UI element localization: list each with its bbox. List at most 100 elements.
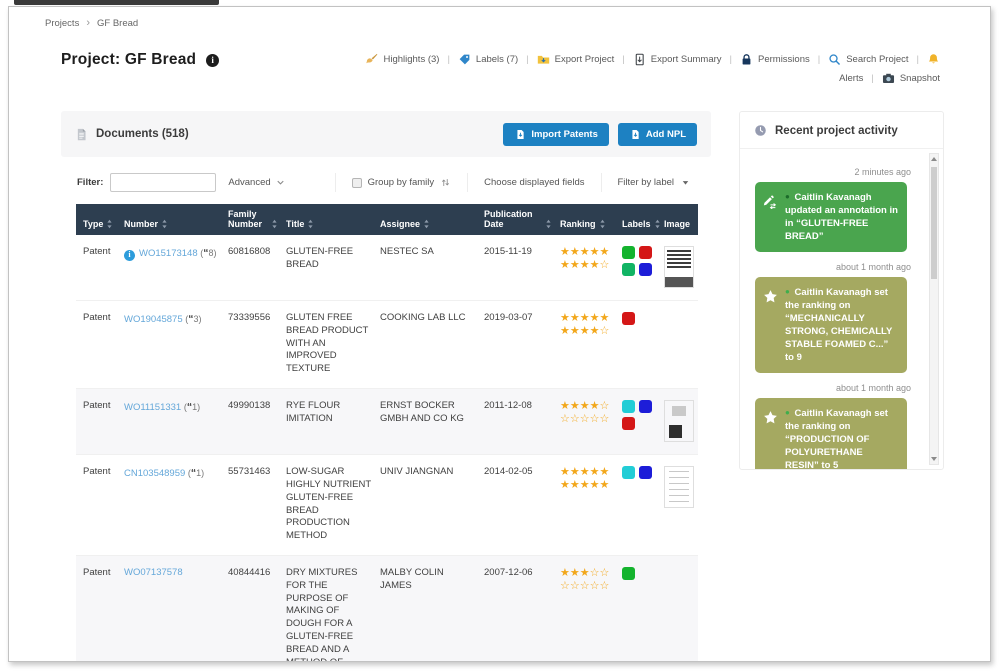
activity-text: ● Caitlin Kavanagh set the ranking on “P… (785, 406, 899, 469)
sort-icon[interactable] (161, 219, 168, 229)
toolbar-row-2: Alerts|Snapshot (365, 72, 940, 85)
activity-card[interactable]: ● Caitlin Kavanagh set the ranking on “M… (755, 277, 907, 373)
star-row: ★★★★★ (560, 479, 614, 492)
column-header-image[interactable]: Image (660, 204, 698, 235)
column-header-family-number[interactable]: Family Number (224, 204, 282, 235)
toolbar-row-1: Highlights (3) | Labels (7) | Export Project… (365, 53, 940, 66)
cell-number: CN103548959 (“1) (120, 455, 224, 556)
toolbar-item-highlights[interactable]: Highlights (3) (365, 53, 439, 66)
toolbar-item-label: Permissions (758, 54, 810, 65)
sort-icon[interactable] (654, 219, 661, 229)
document-number-link[interactable]: CN103548959 (124, 468, 185, 479)
label-chip (622, 263, 635, 276)
scrollbar-up-arrow[interactable] (930, 154, 938, 164)
import-icon (514, 129, 525, 140)
bell-icon (927, 53, 940, 66)
cell-family-number: 49990138 (224, 389, 282, 455)
activity-scrollbar[interactable] (929, 153, 939, 465)
filter-by-label-dropdown[interactable]: Filter by label (601, 173, 708, 192)
activity-card[interactable]: ● Caitlin Kavanagh updated an annotation… (755, 182, 907, 252)
scrollbar-thumb[interactable] (931, 167, 937, 279)
filter-input[interactable] (110, 173, 216, 192)
activity-timestamp: about 1 month ago (740, 262, 911, 272)
cell-image (660, 389, 698, 455)
star-row: ☆☆☆☆☆ (560, 580, 614, 593)
toolbar-item-export-project[interactable]: Export Project (537, 53, 615, 66)
sort-icon[interactable] (599, 219, 606, 229)
scrollbar-down-arrow[interactable] (930, 454, 938, 464)
cell-family-number: 40844416 (224, 555, 282, 662)
toolbar-item-snapshot[interactable]: Snapshot (882, 72, 940, 85)
document-icon (75, 128, 88, 141)
sort-icon[interactable] (307, 219, 314, 229)
column-header-assignee[interactable]: Assignee (376, 204, 480, 235)
toolbar-separator: | (917, 54, 919, 65)
label-chip (639, 246, 652, 259)
document-thumbnail[interactable] (664, 400, 694, 442)
label-chip (639, 400, 652, 413)
breadcrumb-current[interactable]: GF Bread (97, 18, 138, 29)
sort-icon[interactable] (271, 219, 278, 229)
toolbar-separator: | (818, 54, 820, 65)
cell-labels (618, 555, 660, 662)
column-header-number[interactable]: Number (120, 204, 224, 235)
citation-count: (“1) (188, 468, 204, 478)
document-number-link[interactable]: WO15173148 (139, 248, 198, 259)
cell-publication-date: 2007-12-06 (480, 555, 556, 662)
advanced-toggle[interactable]: Advanced (228, 177, 285, 188)
column-header-ranking[interactable]: Ranking (556, 204, 618, 235)
sort-icon[interactable] (106, 219, 113, 229)
toolbar-item-export-summary[interactable]: Export Summary (633, 53, 722, 66)
document-thumbnail[interactable] (664, 246, 694, 288)
toolbar-item-permissions[interactable]: Permissions (740, 53, 810, 66)
cell-title: LOW-SUGAR HIGHLY NUTRIENT GLUTEN-FREE BR… (282, 455, 376, 556)
column-header-labels[interactable]: Labels (618, 204, 660, 235)
documents-table: TypeNumberFamily NumberTitleAssigneePubl… (76, 204, 698, 662)
caret-down-icon (680, 177, 691, 188)
cell-assignee: UNIV JIANGNAN (376, 455, 480, 556)
column-header-publication-date[interactable]: Publication Date (480, 204, 556, 235)
cell-labels (618, 301, 660, 389)
column-header-type[interactable]: Type (76, 204, 120, 235)
column-header-title[interactable]: Title (282, 204, 376, 235)
document-number-link[interactable]: WO11151331 (124, 402, 181, 413)
activity-text: ● Caitlin Kavanagh set the ranking on “M… (785, 285, 899, 364)
info-icon[interactable]: i (124, 250, 135, 261)
toolbar-item-alerts[interactable]: Alerts (839, 73, 863, 84)
sort-icon[interactable] (545, 219, 552, 229)
sort-updown-icon (440, 177, 451, 188)
breadcrumb-projects[interactable]: Projects (45, 18, 79, 29)
import-patents-button[interactable]: Import Patents (503, 123, 609, 146)
label-chip (639, 466, 652, 479)
lock-icon (740, 53, 753, 66)
documents-panel: Documents (518) Import Patents Add NPL F… (61, 111, 711, 662)
page-header: Project: GF Bread i Highlights (3)|Label… (9, 29, 990, 85)
document-thumbnail[interactable] (664, 466, 694, 508)
group-by-family-checkbox[interactable] (352, 178, 362, 188)
activity-timestamp: 2 minutes ago (740, 167, 911, 177)
document-number-link[interactable]: WO07137578 (124, 567, 183, 578)
document-number-link[interactable]: WO19045875 (124, 314, 183, 325)
toolbar-item-label: Labels (7) (476, 54, 518, 65)
toolbar-item-search-project[interactable]: Search Project (828, 53, 908, 66)
user-status-dot: ● (785, 408, 790, 417)
cell-ranking: ★★★★★★★★★★ (556, 455, 618, 556)
group-by-family-toggle[interactable]: Group by family (335, 173, 468, 192)
project-info-icon[interactable]: i (206, 54, 219, 67)
sort-icon[interactable] (423, 219, 430, 229)
add-npl-button[interactable]: Add NPL (618, 123, 697, 146)
choose-displayed-fields-button[interactable]: Choose displayed fields (467, 173, 600, 192)
app-window: Projects › GF Bread Project: GF Bread i … (8, 6, 991, 662)
activity-card[interactable]: ● Caitlin Kavanagh set the ranking on “P… (755, 398, 907, 469)
cell-image (660, 235, 698, 301)
cell-type: Patent (76, 555, 120, 662)
cell-type: Patent (76, 235, 120, 301)
export-doc-icon (633, 53, 646, 66)
citation-count: (“8) (200, 248, 216, 258)
cell-family-number: 60816808 (224, 235, 282, 301)
activity-panel-title: Recent project activity (775, 125, 898, 137)
toolbar-item-labels[interactable]: Labels (7) (458, 53, 518, 66)
toolbar-item-alerts-bell[interactable] (927, 53, 940, 66)
cell-labels (618, 235, 660, 301)
label-chip (622, 400, 635, 413)
